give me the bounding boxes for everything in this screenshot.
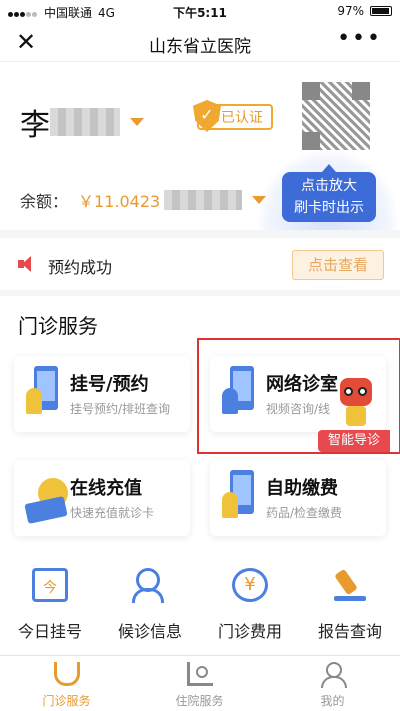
person-icon (320, 662, 347, 688)
tab-label: 住院服务 (175, 694, 224, 708)
tooltip-line-1: 点击放大 (301, 178, 357, 194)
more-icon[interactable]: ••• (337, 26, 382, 51)
tab-inpatient[interactable]: 住院服务 (133, 656, 266, 711)
tab-label: 门诊服务 (42, 694, 91, 708)
tab-label: 我的 (320, 694, 345, 708)
quick-waiting-info[interactable]: 候诊信息 (100, 564, 200, 644)
blurred-name (50, 108, 120, 136)
robot-guide-icon[interactable] (336, 378, 376, 428)
quick-label: 门诊费用 (217, 622, 282, 641)
battery-percent: 97% (337, 4, 364, 18)
tab-outpatient[interactable]: 门诊服务 (0, 656, 133, 711)
tile-subtitle: 药品/检查缴费 (266, 506, 343, 520)
quick-today-registration[interactable]: 今日挂号 (0, 564, 100, 644)
notice-bar: 预约成功 点击查看 (0, 230, 400, 286)
tile-subtitle: 快速充值就诊卡 (70, 506, 155, 520)
registration-illustration (26, 366, 68, 422)
balance-value: ￥11.0423 (78, 192, 161, 211)
view-button[interactable]: 点击查看 (292, 250, 384, 280)
quick-report-query[interactable]: 报告查询 (300, 564, 400, 644)
balance-label: 余额： (20, 192, 69, 211)
quick-actions: 今日挂号 候诊信息 ¥ 门诊费用 报告查询 (0, 564, 400, 644)
tile-title: 挂号/预约 (70, 374, 149, 395)
quick-label: 候诊信息 (117, 622, 182, 641)
tab-mine[interactable]: 我的 (266, 656, 399, 711)
quick-clinic-fees[interactable]: ¥ 门诊费用 (200, 564, 300, 644)
tooltip-line-2: 刷卡时出示 (294, 200, 364, 216)
blurred-balance (164, 190, 243, 210)
patient-selector[interactable]: 李 (20, 100, 144, 144)
tile-self-payment[interactable]: 自助缴费 药品/检查缴费 (210, 460, 386, 536)
patient-name: 李 (20, 108, 50, 143)
smart-guide-badge[interactable]: 智能导诊 (318, 430, 390, 452)
quick-label: 报告查询 (317, 622, 382, 641)
tab-bar: 门诊服务 住院服务 我的 (0, 655, 400, 711)
status-right: 97% (337, 4, 392, 18)
speaker-icon (18, 256, 36, 272)
tile-title: 自助缴费 (266, 478, 338, 499)
qr-code[interactable] (302, 82, 370, 150)
tile-subtitle: 挂号预约/排班查询 (70, 402, 171, 416)
nav-bar: ✕ 山东省立医院 ••• (0, 22, 400, 62)
battery-icon (370, 6, 392, 16)
verified-label: 已认证 (221, 110, 263, 126)
notice-text: 预约成功 (48, 258, 113, 277)
balance-row: 余额： ￥11.0423 (20, 188, 267, 212)
verified-badge: ✓ 已认证 (193, 100, 273, 132)
tile-registration[interactable]: 挂号/预约 挂号预约/排班查询 (14, 356, 190, 432)
recharge-illustration (24, 470, 68, 526)
hospital-bed-icon (187, 662, 213, 686)
shield-check-icon: ✓ (193, 100, 221, 132)
quick-label: 今日挂号 (17, 622, 82, 641)
tile-online-recharge[interactable]: 在线充值 快速充值就诊卡 (14, 460, 190, 536)
qr-tooltip: 点击放大 刷卡时出示 (282, 164, 376, 222)
status-bar: 中国联通 4G 下午5:11 97% (0, 0, 400, 22)
chevron-down-icon[interactable] (130, 118, 144, 126)
payment-illustration (222, 470, 264, 526)
waiting-people-icon (132, 568, 168, 603)
microscope-icon (332, 568, 368, 602)
tile-title: 在线充值 (70, 478, 142, 499)
section-title: 门诊服务 (18, 314, 98, 338)
yen-search-icon: ¥ (232, 568, 268, 602)
calendar-icon (32, 568, 68, 602)
stethoscope-icon (54, 662, 80, 686)
